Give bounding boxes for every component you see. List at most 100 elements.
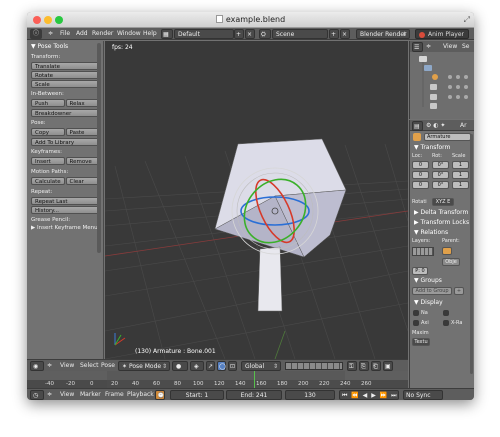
scene-remove-button[interactable]: × <box>340 29 350 39</box>
rotation-x-field[interactable]: 0° <box>432 161 449 169</box>
group-add-icon[interactable]: + <box>454 287 464 295</box>
outliner-editor-icon[interactable]: ☰ <box>412 42 423 52</box>
pose-paste-icon[interactable]: ⎗ <box>371 361 381 371</box>
editor-type-icon[interactable]: ⓘ <box>30 29 42 39</box>
translate-button[interactable]: Translate <box>31 62 99 70</box>
preview-range-icon[interactable]: ⌚ <box>155 390 165 400</box>
mode-select[interactable]: ✶ Pose Mode ⇕ <box>118 361 170 371</box>
timeline-playback-menu[interactable]: Playback <box>127 390 154 400</box>
playback-controls[interactable]: ⏮ ⏪ ◀ ▶ ⏩ ⏭ <box>339 390 399 400</box>
parent-field[interactable] <box>442 247 452 255</box>
menu-help[interactable]: Help <box>143 29 157 39</box>
orientation-select[interactable]: Global ⇕ <box>241 361 281 371</box>
insert-keyframe-menu-panel[interactable]: ▶ Insert Keyframe Menu <box>31 225 99 232</box>
object-layer-buttons[interactable] <box>412 247 434 256</box>
layout-add-button[interactable]: + <box>234 29 244 39</box>
transform-panel-header[interactable]: ▼ Transform <box>410 143 474 153</box>
bounds-checkbox[interactable] <box>443 310 449 316</box>
location-y-field[interactable]: 0 <box>412 171 429 179</box>
delta-transform-panel[interactable]: ▶ Delta Transform <box>410 208 474 218</box>
relax-button[interactable]: Relax <box>65 99 99 107</box>
editor-type-cube-icon[interactable]: ◉ <box>30 361 44 371</box>
manipulator-toggle[interactable]: ↗ <box>206 361 215 371</box>
scale-y-field[interactable]: 1 <box>452 171 469 179</box>
timeline[interactable]: -40 -20 0 20 40 60 80 100 120 140 160 18… <box>27 371 408 388</box>
insert-keyframe-button[interactable]: Insert <box>31 157 65 165</box>
rotation-mode-select[interactable]: XYZ E <box>432 198 454 206</box>
pose-copy-icon[interactable]: ⎘ <box>359 361 369 371</box>
remove-keyframe-button[interactable]: Remove <box>65 157 99 165</box>
pose-tools-header[interactable]: ▼ Pose Tools <box>31 43 99 51</box>
menu-add[interactable]: Add <box>76 29 88 39</box>
groups-panel-header[interactable]: ▼ Groups <box>410 276 474 286</box>
properties-editor-icon[interactable]: ▤ <box>412 121 423 131</box>
lock-icon[interactable]: ⚿ <box>347 361 357 371</box>
current-frame-field[interactable]: 130 <box>285 390 335 400</box>
copy-button[interactable]: Copy <box>31 128 65 136</box>
layout-remove-button[interactable]: × <box>245 29 255 39</box>
render-preview-icon[interactable]: ▣ <box>383 361 393 371</box>
paste-button[interactable]: Paste <box>65 128 99 136</box>
viewport-pose-menu[interactable]: Pose <box>101 361 115 371</box>
menu-render[interactable]: Render <box>92 29 113 39</box>
push-button[interactable]: Push <box>31 99 65 107</box>
name-checkbox[interactable] <box>413 310 419 316</box>
draw-type-select[interactable]: Textu <box>412 338 430 346</box>
menu-file[interactable]: File <box>60 29 70 39</box>
parent-type-select[interactable]: Obje <box>442 258 460 266</box>
scene-select[interactable]: Scene <box>272 29 328 39</box>
context-icons[interactable]: ⚙ ◐ ✦ <box>426 121 445 131</box>
render-engine-select[interactable]: Blender Render ⇕ <box>356 29 410 39</box>
rotation-z-field[interactable]: 0° <box>432 181 449 189</box>
timeline-marker-menu[interactable]: Marker <box>80 390 101 400</box>
add-to-library-button[interactable]: Add To Library <box>31 138 99 146</box>
scale-x-field[interactable]: 1 <box>452 161 469 169</box>
outliner-search-select[interactable]: Se <box>462 42 470 52</box>
repeat-last-button[interactable]: Repeat Last <box>31 197 99 205</box>
layout-icon[interactable]: ▦ <box>161 29 173 39</box>
transform-locks-panel[interactable]: ▶ Transform Locks <box>410 218 474 228</box>
location-x-field[interactable]: 0 <box>412 161 429 169</box>
scale-manipulator-toggle[interactable]: ⊡ <box>228 361 237 371</box>
properties-scrollbar[interactable] <box>470 134 473 374</box>
rotation-y-field[interactable]: 0° <box>432 171 449 179</box>
scene-add-button[interactable]: + <box>329 29 339 39</box>
add-to-group-button[interactable]: Add to Group <box>412 287 452 295</box>
shading-select[interactable]: ● <box>172 361 188 371</box>
location-z-field[interactable]: 0 <box>412 181 429 189</box>
viewport-view-menu[interactable]: View <box>60 361 74 371</box>
clear-button[interactable]: Clear <box>65 177 99 185</box>
menu-window[interactable]: Window <box>117 29 141 39</box>
timeline-frame-menu[interactable]: Frame <box>105 390 124 400</box>
rotate-manipulator-toggle[interactable]: ◯ <box>217 361 226 371</box>
display-panel-header[interactable]: ▼ Display <box>410 298 474 308</box>
outliner-view-menu[interactable]: View <box>443 42 457 52</box>
viewport-select-menu[interactable]: Select <box>80 361 99 371</box>
scene-icon[interactable]: ⛭ <box>259 29 271 39</box>
current-frame-cursor[interactable] <box>254 371 255 388</box>
axis-checkbox[interactable] <box>413 320 419 326</box>
menu-toggle-icon[interactable]: ≑ <box>426 42 431 52</box>
layer-buttons[interactable] <box>285 362 343 370</box>
menu-toggle-icon[interactable]: ≑ <box>47 361 52 371</box>
rotate-button[interactable]: Rotate <box>31 71 99 79</box>
layout-select[interactable]: Default <box>174 29 234 39</box>
object-name-field[interactable]: Armature <box>424 133 471 141</box>
history-button[interactable]: History... <box>31 206 99 214</box>
menu-toggle-icon[interactable]: ≑ <box>47 390 52 400</box>
pivot-select[interactable]: ◈ <box>190 361 204 371</box>
timeline-editor-icon[interactable]: ◷ <box>30 390 44 400</box>
xray-checkbox[interactable] <box>443 320 449 326</box>
breakdowner-button[interactable]: Breakdowner <box>31 109 99 117</box>
menu-toggle-icon[interactable]: ≑ <box>48 29 53 39</box>
scale-z-field[interactable]: 1 <box>452 181 469 189</box>
timeline-view-menu[interactable]: View <box>60 390 74 400</box>
tool-shelf-scrollbar[interactable] <box>97 43 101 253</box>
end-frame-field[interactable]: End: 241 <box>226 390 282 400</box>
calculate-button[interactable]: Calculate <box>31 177 65 185</box>
3d-viewport[interactable]: fps: 24 (130) Armature : Bone.001 <box>105 41 408 359</box>
scale-button[interactable]: Scale <box>31 80 99 88</box>
fullscreen-icon[interactable]: ⤢ <box>464 15 470 25</box>
start-frame-field[interactable]: Start: 1 <box>170 390 224 400</box>
context-tab[interactable]: Ar <box>460 121 467 131</box>
